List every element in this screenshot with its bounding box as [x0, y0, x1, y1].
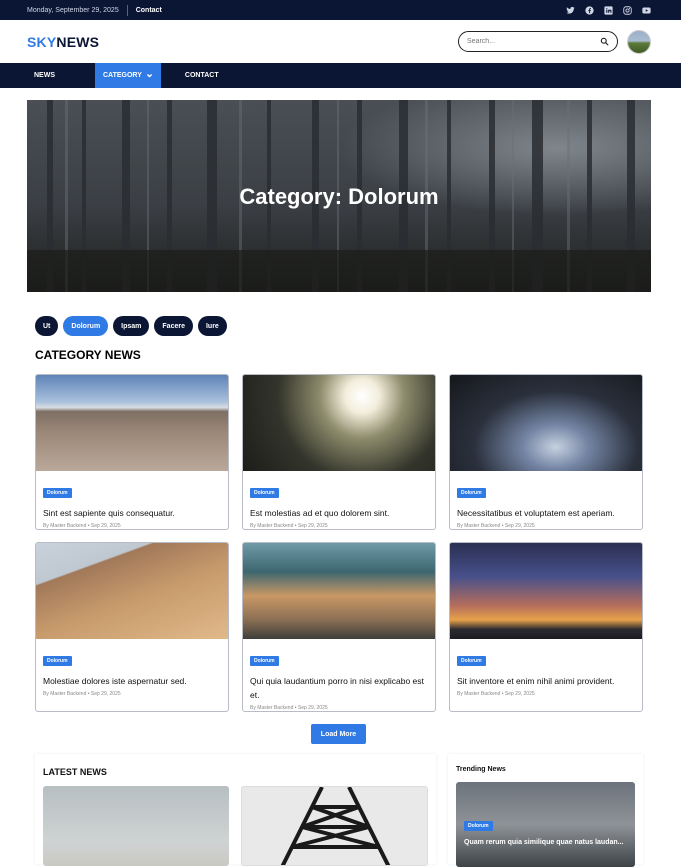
news-card-meta: By Master Backend • Sep 29, 2025: [457, 691, 535, 697]
page-title: Category: Dolorum: [239, 184, 439, 209]
load-more-button[interactable]: Load More: [311, 724, 366, 744]
category-pill-ut[interactable]: Ut: [35, 316, 59, 336]
news-card-title: Sit inventore et enim nihil animi provid…: [457, 676, 615, 686]
latest-news-title: LATEST NEWS: [43, 767, 107, 777]
search-icon[interactable]: [600, 37, 609, 46]
news-card-image: [36, 375, 228, 471]
news-card-meta: By Master Backend • Sep 29, 2025: [457, 523, 535, 529]
news-card[interactable]: Dolorum Necessitatibus et voluptatem est…: [449, 374, 643, 530]
logo-news-text: NEWS: [56, 33, 100, 50]
latest-news-image[interactable]: [43, 786, 229, 866]
news-card[interactable]: Dolorum Qui quia laudantium porro in nis…: [242, 542, 436, 712]
site-header: SKYNEWS: [0, 20, 681, 63]
youtube-icon[interactable]: [642, 6, 651, 15]
linkedin-icon[interactable]: [604, 5, 613, 15]
category-pill-facere[interactable]: Facere: [154, 316, 193, 336]
main-nav: NEWS CATEGORY CONTACT: [0, 63, 681, 88]
category-badge: Dolorum: [250, 656, 279, 666]
news-card-title: Sint est sapiente quis consequatur.: [43, 508, 175, 518]
trending-news-title: Trending News: [456, 766, 506, 773]
category-badge: Dolorum: [43, 488, 72, 498]
latest-news-image[interactable]: [241, 786, 428, 866]
category-badge: Dolorum: [457, 656, 486, 666]
twitter-icon[interactable]: [566, 6, 575, 15]
category-hero: Category: Dolorum: [27, 100, 651, 292]
current-date: Monday, September 29, 2025: [27, 6, 119, 14]
latest-news-panel: LATEST NEWS: [35, 754, 436, 866]
trending-news-item[interactable]: Dolorum Quam rerum quia similique quae n…: [456, 782, 635, 867]
news-card-meta: By Master Backend • Sep 29, 2025: [43, 523, 121, 529]
nav-item-news[interactable]: NEWS: [27, 63, 62, 88]
top-bar-left: Monday, September 29, 2025 Contact: [27, 4, 162, 16]
news-card-image: [450, 543, 642, 639]
top-contact-link[interactable]: Contact: [136, 7, 162, 14]
category-pill-ipsam[interactable]: Ipsam: [113, 316, 150, 336]
trending-news-headline: Quam rerum quia similique quae natus lau…: [464, 839, 624, 846]
news-card-title: Molestiae dolores iste aspernatur sed.: [43, 676, 187, 686]
category-pill-iure[interactable]: Iure: [197, 316, 227, 336]
news-card-title: Qui quia laudantium porro in nisi explic…: [250, 676, 424, 700]
category-pill-dolorum[interactable]: Dolorum: [63, 316, 109, 336]
news-card[interactable]: Dolorum Est molestias ad et quo dolorem …: [242, 374, 436, 530]
trending-news-panel: Trending News Dolorum Quam rerum quia si…: [448, 754, 643, 867]
search-input[interactable]: [467, 38, 587, 45]
news-card-title: Necessitatibus et voluptatem est aperiam…: [457, 508, 615, 518]
site-logo[interactable]: SKYNEWS: [27, 34, 99, 50]
news-card[interactable]: Dolorum Sit inventore et enim nihil anim…: [449, 542, 643, 712]
instagram-icon[interactable]: [623, 5, 632, 15]
search-box: [458, 31, 618, 52]
divider: [126, 4, 128, 16]
news-card-meta: By Master Backend • Sep 29, 2025: [250, 705, 328, 711]
news-card-image: [243, 543, 435, 639]
tower-image: [280, 787, 391, 865]
category-badge: Dolorum: [250, 488, 279, 498]
chevron-down-icon: [146, 73, 152, 78]
news-card[interactable]: Dolorum Molestiae dolores iste aspernatu…: [35, 542, 229, 712]
news-card-meta: By Master Backend • Sep 29, 2025: [250, 523, 328, 529]
category-badge: Dolorum: [457, 488, 486, 498]
header-right: [458, 29, 651, 54]
news-card-meta: By Master Backend • Sep 29, 2025: [43, 691, 121, 697]
facebook-icon[interactable]: [585, 5, 594, 15]
logo-sky-text: SKY: [27, 33, 57, 50]
section-title: CATEGORY NEWS: [35, 348, 141, 362]
nav-item-contact[interactable]: CONTACT: [178, 63, 226, 88]
social-links: [566, 5, 651, 15]
category-badge: Dolorum: [43, 656, 72, 666]
news-card-title: Est molestias ad et quo dolorem sint.: [250, 508, 390, 518]
category-badge: Dolorum: [464, 821, 493, 831]
news-card-image: [36, 543, 228, 639]
news-card-image: [450, 375, 642, 471]
nav-item-category[interactable]: CATEGORY: [95, 63, 161, 88]
news-card-image: [243, 375, 435, 471]
nav-category-label: CATEGORY: [103, 72, 142, 79]
category-pills: Ut Dolorum Ipsam Facere Iure: [35, 316, 227, 336]
top-bar: Monday, September 29, 2025 Contact: [0, 0, 681, 20]
news-card[interactable]: Dolorum Sint est sapiente quis consequat…: [35, 374, 229, 530]
avatar[interactable]: [627, 29, 651, 54]
